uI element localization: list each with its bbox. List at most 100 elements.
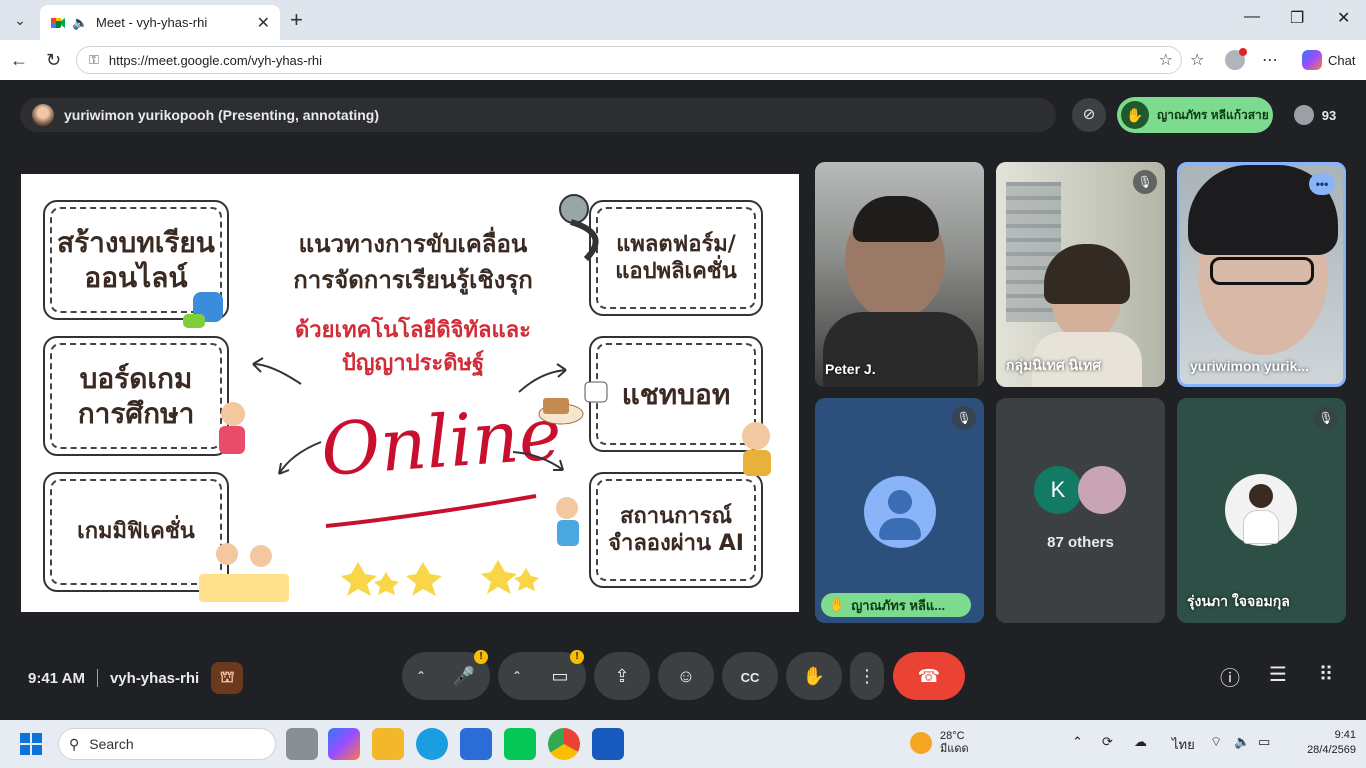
video-options-chevron-icon[interactable]: ⌃ <box>512 652 522 700</box>
presenting-banner: yuriwimon yurikopooh (Presenting, annota… <box>20 98 1056 132</box>
back-arrow-icon[interactable]: ← <box>10 50 28 71</box>
microsoft-store-icon[interactable] <box>460 728 492 760</box>
window-close-icon[interactable]: ✕ <box>1337 8 1350 28</box>
divider <box>96 669 98 687</box>
tab-list-chevron-icon[interactable]: ⌄ <box>8 8 32 32</box>
hide-annotations-icon[interactable]: ⊘ <box>1072 98 1106 132</box>
browser-toolbar: ← ↻ ⚿ https://meet.google.com/vyh-yhas-r… <box>0 40 1366 80</box>
video-tile-rungnapa[interactable]: 🎙 รุ่งนภา ใจจอมกุล <box>1177 398 1346 623</box>
chat-icon[interactable]: ☰ <box>1264 662 1292 687</box>
restore-icon[interactable]: ❐ <box>1290 8 1304 28</box>
tab-audio-speaker-icon[interactable]: 🔈 <box>72 15 88 31</box>
file-explorer-icon[interactable] <box>372 728 404 760</box>
chat-label: Chat <box>1328 52 1356 68</box>
meeting-time: 9:41 AM <box>28 669 85 687</box>
video-tile-yanaphat[interactable]: 🎙 ✋ ญาณภัทร หลีแ... <box>815 398 984 623</box>
minimize-icon[interactable]: — <box>1244 8 1260 26</box>
profile-avatar[interactable] <box>1225 48 1247 70</box>
presenter-label: yuriwimon yurikopooh (Presenting, annota… <box>64 107 380 123</box>
temperature: 28°C <box>940 730 965 742</box>
edge-browser-icon[interactable] <box>416 728 448 760</box>
raise-hand-button[interactable]: ✋ <box>786 652 842 700</box>
present-screen-button[interactable]: ⇪ <box>594 652 650 700</box>
video-tile-others[interactable]: K 87 others <box>996 398 1165 623</box>
bookmark-star-icon[interactable]: ☆ <box>1159 50 1173 70</box>
browser-tab-meet[interactable]: 🔈 Meet - vyh-yhas-rhi ✕ <box>40 5 280 40</box>
sunny-weather-icon <box>910 732 932 755</box>
search-placeholder: Search <box>89 736 134 752</box>
meet-window: yuriwimon yurikopooh (Presenting, annota… <box>4 80 1364 718</box>
hand-icon: ✋ <box>802 666 826 686</box>
presenter-avatar <box>32 104 54 126</box>
reactions-button[interactable]: ☺ <box>658 652 714 700</box>
muted-mic-icon: 🎙 <box>1133 170 1157 194</box>
raised-hand-icon: ✋ <box>1121 101 1149 129</box>
mic-warning-icon: ! <box>474 650 488 664</box>
weather-widget[interactable]: 28°C มีแดด <box>910 730 969 756</box>
address-bar[interactable]: ⚿ https://meet.google.com/vyh-yhas-rhi ☆ <box>76 46 1182 74</box>
new-tab-plus-icon[interactable]: + <box>290 8 303 32</box>
clock-date: 28/4/2569 <box>1307 743 1356 756</box>
url-text: https://meet.google.com/vyh-yhas-rhi <box>108 52 323 68</box>
video-tile-peter[interactable]: Peter J. <box>815 162 984 387</box>
hang-up-icon: ☎ <box>917 666 941 686</box>
people-icon <box>1293 105 1314 125</box>
participants-button[interactable]: 93 <box>1284 98 1346 132</box>
video-tile-supervision-group[interactable]: 🎙 กลุ่มนิเทศ นิเทศ <box>996 162 1165 387</box>
onedrive-icon[interactable]: ☁ <box>1134 734 1147 750</box>
weather-condition: มีแดด <box>940 743 969 756</box>
taskbar-search[interactable]: ⚲ Search <box>58 728 276 760</box>
video-tile-yuriwimon[interactable]: ••• yuriwimon yurik... <box>1177 162 1346 387</box>
presentation-slide: สร้างบทเรียน ออนไลน์ บอร์ดเกม การศึกษา เ… <box>21 174 799 612</box>
meeting-code: vyh-yhas-rhi <box>109 669 200 687</box>
microphone-control[interactable]: ⌃ 🎤 ! <box>402 650 490 700</box>
copilot-chat-button[interactable]: Chat <box>1294 46 1363 74</box>
volume-icon[interactable]: 🔈 <box>1234 734 1250 750</box>
leave-call-button[interactable]: ☎ <box>893 652 965 700</box>
favorites-icon[interactable]: ☆ <box>1190 50 1204 70</box>
raised-hand-icon: ✋ <box>829 597 846 612</box>
taskbar-clock[interactable]: 9:41 28/4/2569 <box>1300 728 1356 758</box>
copilot-icon <box>1302 50 1322 70</box>
more-vertical-icon: ⋮ <box>858 666 876 686</box>
input-language[interactable]: ไทย <box>1172 734 1195 755</box>
start-windows-icon[interactable] <box>20 733 42 755</box>
sync-icon[interactable]: ⟳ <box>1102 734 1113 750</box>
search-icon: ⚲ <box>69 735 80 752</box>
show-hidden-icons-chevron-icon[interactable]: ⌃ <box>1072 734 1083 750</box>
muted-mic-icon: 🎙 <box>1314 406 1338 430</box>
muted-mic-icon: 🎙 <box>952 406 976 430</box>
refresh-icon[interactable]: ↻ <box>46 50 61 71</box>
tile-name: รุ่งนภา ใจจอมกุล <box>1187 593 1290 609</box>
activities-grid-icon[interactable]: ⠿ <box>1312 662 1340 687</box>
host-controls-icon[interactable]: ⛫ <box>211 662 244 694</box>
battery-icon[interactable]: ▭ <box>1258 734 1270 750</box>
more-menu-icon[interactable]: ⋯ <box>1262 50 1278 70</box>
others-count: 87 others <box>1047 534 1114 551</box>
more-options-button[interactable]: ⋮ <box>850 652 884 700</box>
wifi-icon[interactable]: ⌔ <box>1210 734 1222 750</box>
task-view-icon[interactable] <box>286 728 318 760</box>
camera-control[interactable]: ⌃ ▭ ! <box>498 650 586 700</box>
tab-close-icon[interactable]: ✕ <box>257 13 270 33</box>
participant-count: 93 <box>1321 107 1337 123</box>
word-app-icon[interactable] <box>592 728 624 760</box>
meeting-details-icon[interactable]: ⓘ <box>1216 662 1244 691</box>
other-initial-avatar: K <box>1034 466 1082 514</box>
captions-button[interactable]: CC <box>722 652 778 700</box>
chrome-icon[interactable] <box>548 728 580 760</box>
tile-name: ญาณภัทร หลีแ... <box>851 597 946 613</box>
camera-icon[interactable]: ▭ <box>551 666 568 686</box>
tile-name: กลุ่มนิเทศ นิเทศ <box>1006 357 1102 373</box>
raised-hand-indicator[interactable]: ✋ ญาณภัทร หลีแก้วสาย <box>1117 97 1273 133</box>
windows-taskbar: ⚲ Search 28°C มีแดด ⌃ ⟳ ☁ ไทย ⌔ 🔈 ▭ 9:41… <box>0 720 1366 768</box>
meet-favicon-icon <box>51 17 65 28</box>
browser-tab-bar: ⌄ 🔈 Meet - vyh-yhas-rhi ✕ + — ❐ ✕ <box>0 0 1366 40</box>
emoji-icon: ☺ <box>676 666 696 686</box>
audio-options-chevron-icon[interactable]: ⌃ <box>416 652 426 700</box>
camera-warning-icon: ! <box>570 650 584 664</box>
microphone-icon[interactable]: 🎤 <box>453 666 475 686</box>
copilot-app-icon[interactable] <box>328 728 360 760</box>
line-app-icon[interactable] <box>504 728 536 760</box>
site-info-icon[interactable]: ⚿ <box>89 52 99 68</box>
